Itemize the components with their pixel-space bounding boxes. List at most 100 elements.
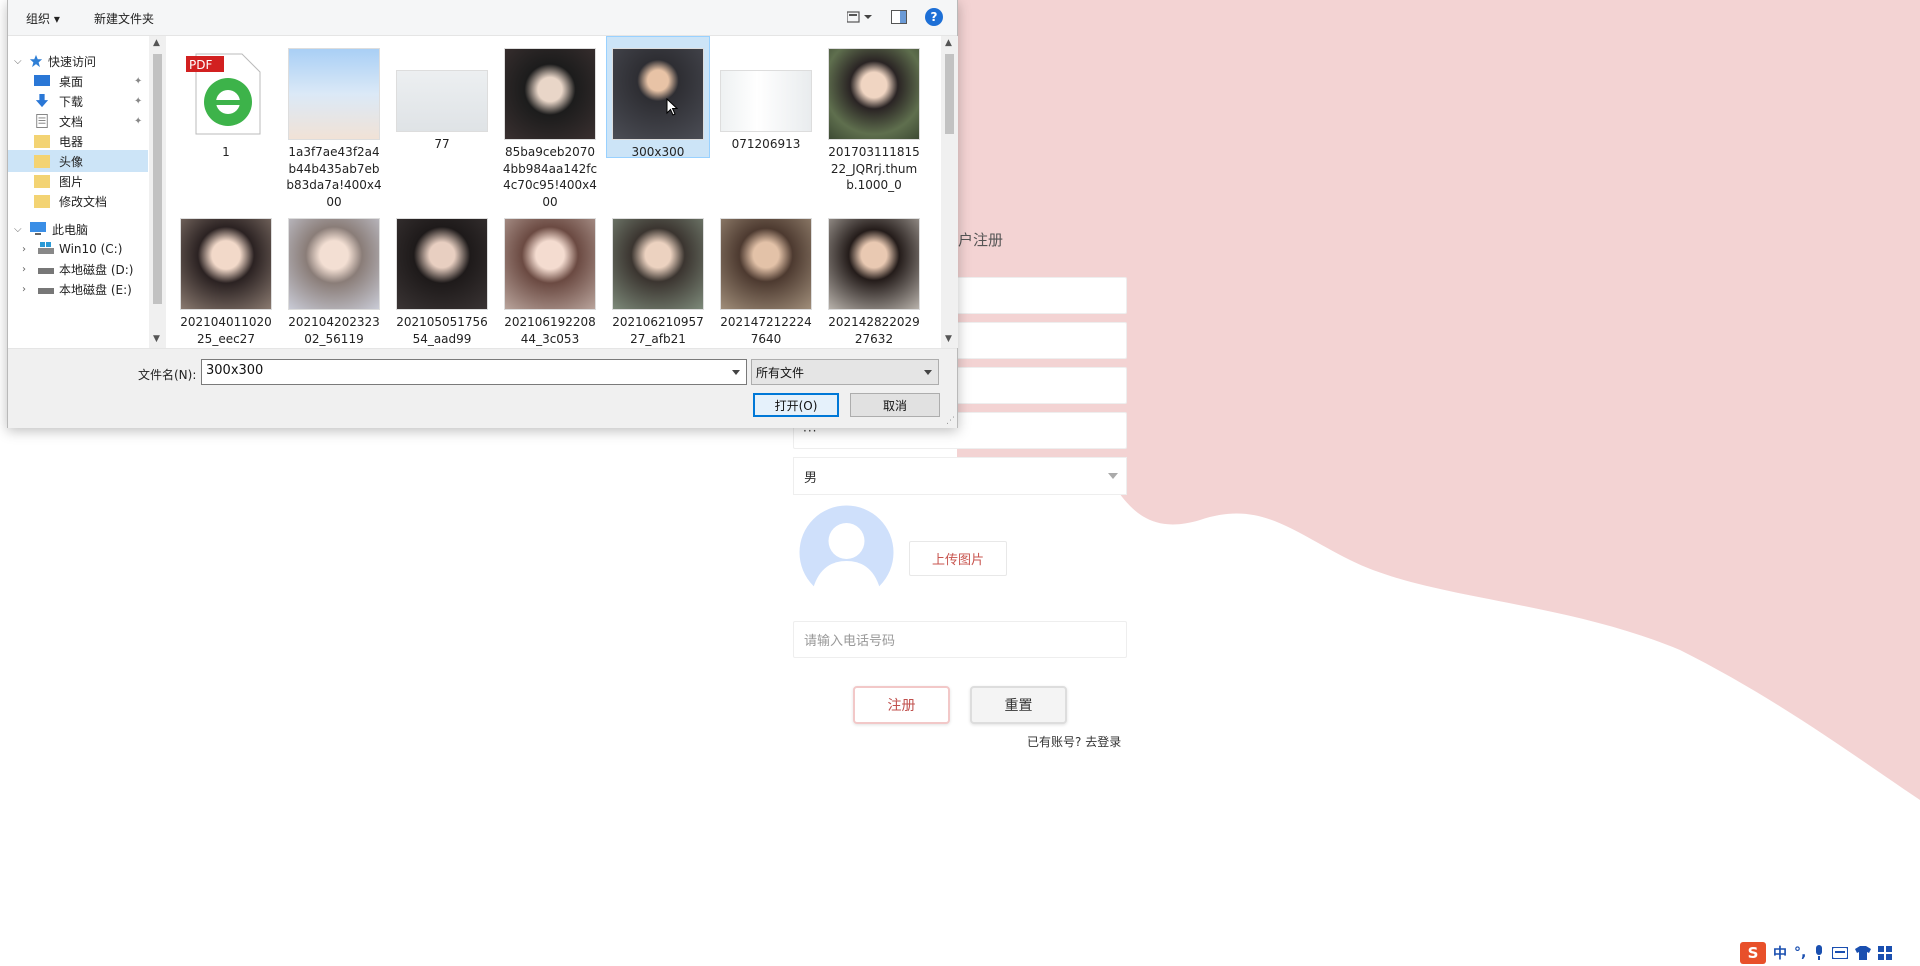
login-prompt: 已有账号? 去登录 xyxy=(1027,733,1121,750)
file-item[interactable]: 1a3f7ae43f2a4b44b435ab7ebb83da7a!400x400 xyxy=(282,40,386,210)
preview-pane-icon[interactable] xyxy=(891,10,907,24)
scroll-up-icon[interactable]: ▲ xyxy=(153,38,160,48)
upload-image-button[interactable]: 上传图片 xyxy=(909,541,1007,576)
document-icon xyxy=(36,114,48,128)
sogou-logo-icon[interactable]: S xyxy=(1740,942,1766,964)
image-thumbnail xyxy=(288,218,380,310)
nav-item-desktop[interactable]: 桌面 ✦ xyxy=(8,70,148,92)
nav-item-drive-e[interactable]: › 本地磁盘 (E:) xyxy=(8,278,148,300)
help-icon[interactable]: ? xyxy=(925,8,943,26)
nav-item-downloads[interactable]: 下载 ✦ xyxy=(8,90,148,112)
nav-item-folder-pictures[interactable]: 图片 xyxy=(8,170,148,192)
grid-menu-icon[interactable] xyxy=(1878,946,1893,960)
reset-button[interactable]: 重置 xyxy=(970,686,1067,724)
microphone-icon[interactable] xyxy=(1813,945,1825,961)
image-thumbnail xyxy=(612,218,704,310)
file-list-scrollbar-thumb[interactable] xyxy=(945,54,954,134)
file-item[interactable]: 20210505175654_aad99 xyxy=(390,210,494,347)
nav-scrollbar[interactable]: ▲ ▼ xyxy=(149,36,166,348)
nav-scrollbar-thumb[interactable] xyxy=(153,54,162,304)
resize-grip-icon[interactable]: ⋰ xyxy=(946,416,955,426)
chevron-right-icon[interactable]: › xyxy=(22,244,26,255)
chevron-right-icon[interactable]: › xyxy=(22,264,26,275)
ime-mode[interactable]: 中 xyxy=(1773,943,1787,963)
file-name: 300x300 xyxy=(631,145,685,159)
file-name: 20170311181522_JQRrj.thumb.1000_0 xyxy=(828,145,920,192)
cancel-button[interactable]: 取消 xyxy=(850,393,940,417)
nav-item-label: Win10 (C:) xyxy=(59,242,123,256)
folder-icon xyxy=(34,175,50,188)
chevron-down-icon xyxy=(1108,473,1118,479)
file-item-selected[interactable]: 300x300 xyxy=(606,36,710,159)
nav-item-folder-edited-docs[interactable]: 修改文档 xyxy=(8,190,148,212)
nav-item-label: 修改文档 xyxy=(59,194,108,209)
nav-item-label: 头像 xyxy=(59,154,84,169)
mouse-cursor-icon xyxy=(666,98,678,116)
ime-punct[interactable]: °, xyxy=(1794,945,1806,961)
filetype-value: 所有文件 xyxy=(756,366,805,380)
file-name: 20210619220844_3c053 xyxy=(504,315,596,346)
chevron-down-icon[interactable] xyxy=(924,370,932,375)
new-folder-button[interactable]: 新建文件夹 xyxy=(94,10,154,27)
file-item[interactable]: 85ba9ceb20704bb984aa142fc4c70c95!400x400 xyxy=(498,40,602,210)
scroll-down-icon[interactable]: ▼ xyxy=(945,334,952,344)
image-thumbnail xyxy=(396,218,488,310)
login-prompt-text: 已有账号? xyxy=(1027,735,1082,749)
gender-select[interactable]: 男 xyxy=(793,457,1127,495)
nav-item-documents[interactable]: 文档 ✦ xyxy=(8,110,148,132)
register-button[interactable]: 注册 xyxy=(853,686,950,724)
file-item[interactable]: 20170311181522_JQRrj.thumb.1000_0 xyxy=(822,40,926,194)
ime-toolbar[interactable]: S 中 °, xyxy=(1740,942,1893,964)
nav-item-folder-avatars[interactable]: 头像 xyxy=(8,150,148,172)
chevron-down-icon[interactable]: ⌵ xyxy=(14,224,22,235)
image-thumbnail xyxy=(288,48,380,140)
login-link[interactable]: 去登录 xyxy=(1085,735,1121,749)
file-item[interactable]: 20210401102025_eec27 xyxy=(174,210,278,347)
scroll-up-icon[interactable]: ▲ xyxy=(945,38,952,48)
organize-menu[interactable]: 组织 ▾ xyxy=(26,10,60,27)
drive-icon xyxy=(38,242,54,254)
filename-value: 300x300 xyxy=(206,363,264,378)
file-name: 2021472122247640 xyxy=(720,315,812,346)
keyboard-icon[interactable] xyxy=(1832,947,1849,959)
file-item[interactable]: 20210621095727_afb21 xyxy=(606,210,710,347)
file-item[interactable]: 20210619220844_3c053 xyxy=(498,210,602,347)
filename-input[interactable]: 300x300 xyxy=(201,359,747,385)
nav-item-drive-c[interactable]: › Win10 (C:) xyxy=(8,238,148,260)
nav-item-quick-access[interactable]: ⌵ 快速访问 xyxy=(8,50,148,72)
dialog-bottom-bar: 文件名(N): 300x300 所有文件 打开(O) 取消 ⋰ xyxy=(8,348,957,428)
file-item[interactable]: 77 xyxy=(390,40,494,153)
image-thumbnail xyxy=(720,218,812,310)
nav-item-drive-d[interactable]: › 本地磁盘 (D:) xyxy=(8,258,148,280)
chevron-down-icon[interactable] xyxy=(732,370,740,375)
filetype-select[interactable]: 所有文件 xyxy=(751,359,939,385)
skin-shirt-icon[interactable] xyxy=(1855,946,1872,960)
file-item[interactable]: 20214282202927632 xyxy=(822,210,926,347)
chevron-right-icon[interactable]: › xyxy=(22,284,26,295)
file-item[interactable]: PDF 1 xyxy=(174,40,278,161)
pin-icon: ✦ xyxy=(134,75,143,87)
file-item[interactable]: 071206913 xyxy=(714,40,818,153)
nav-item-label: 文档 xyxy=(59,114,84,129)
desktop-icon xyxy=(34,75,50,86)
scroll-down-icon[interactable]: ▼ xyxy=(153,334,160,344)
image-thumbnail xyxy=(828,48,920,140)
nav-item-this-pc[interactable]: ⌵ 此电脑 xyxy=(8,218,148,240)
folder-icon xyxy=(34,155,50,168)
nav-item-label: 快速访问 xyxy=(48,54,97,69)
folder-icon xyxy=(34,195,50,208)
file-name: 20210505175654_aad99 xyxy=(396,315,488,346)
file-item[interactable]: 20210420232302_56119 xyxy=(282,210,386,347)
file-list-scrollbar[interactable]: ▲ ▼ xyxy=(941,36,958,348)
open-button[interactable]: 打开(O) xyxy=(753,393,839,417)
chevron-down-icon[interactable]: ⌵ xyxy=(14,56,22,67)
view-options-icon[interactable] xyxy=(847,10,873,24)
image-thumbnail xyxy=(504,218,596,310)
file-item[interactable]: 2021472122247640 xyxy=(714,210,818,347)
phone-input[interactable]: 请输入电话号码 xyxy=(793,621,1127,658)
file-name: 77 xyxy=(434,137,450,151)
nav-item-label: 电器 xyxy=(59,134,84,149)
computer-icon xyxy=(30,222,46,235)
file-name: 1 xyxy=(222,145,230,159)
nav-item-folder-appliances[interactable]: 电器 xyxy=(8,130,148,152)
